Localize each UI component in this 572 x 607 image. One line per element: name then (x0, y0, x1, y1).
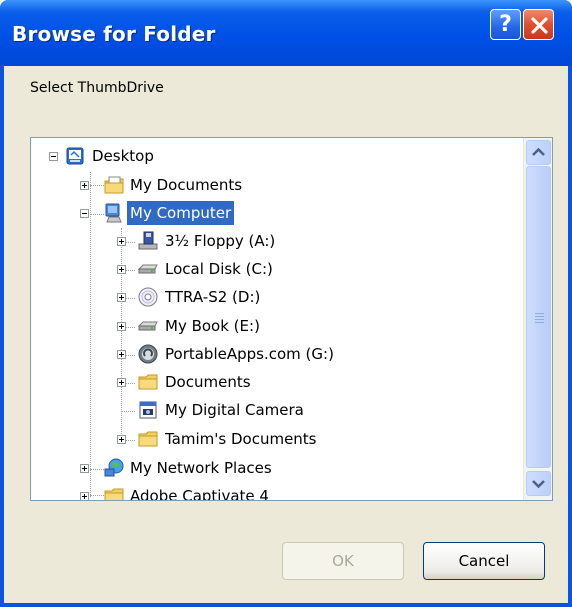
folder-tree[interactable]: Desktop My Documents My Computer 3½ Flop… (30, 137, 553, 501)
expand-toggle[interactable] (117, 237, 126, 246)
tree-item-ttra-s2-d[interactable]: TTRA-S2 (D:) (31, 284, 521, 310)
window-title: Browse for Folder (12, 22, 216, 46)
tree-item-label: PortableApps.com (G:) (165, 345, 334, 363)
expand-toggle[interactable] (80, 464, 89, 473)
cd-drive-icon (138, 287, 158, 307)
tree-item-tamims-documents[interactable]: Tamim's Documents (31, 426, 521, 452)
tree-item-label: Desktop (92, 147, 154, 165)
tree-item-label: My Network Places (130, 459, 272, 477)
chevron-down-icon (532, 480, 545, 489)
tree-item-label: My Documents (130, 176, 243, 194)
portableapps-drive-icon (138, 344, 158, 364)
expand-toggle[interactable] (80, 181, 89, 190)
thumb-grip (535, 322, 544, 323)
tree-item-my-network-places[interactable]: My Network Places (31, 455, 521, 481)
expand-toggle[interactable] (117, 350, 126, 359)
computer-icon (105, 203, 122, 223)
tree-item-desktop[interactable]: Desktop (31, 143, 521, 169)
folder-icon (104, 488, 124, 500)
ok-button[interactable]: OK (282, 542, 404, 580)
folder-icon (138, 374, 158, 390)
camera-icon (139, 401, 157, 419)
help-icon: ? (499, 12, 512, 37)
help-button[interactable]: ? (490, 9, 521, 40)
tree-item-label: TTRA-S2 (D:) (165, 288, 261, 306)
thumb-grip (535, 313, 544, 314)
close-icon (531, 17, 548, 34)
tree-item-documents[interactable]: Documents (31, 369, 521, 395)
title-bar[interactable]: Browse for Folder ? (0, 0, 572, 66)
vertical-scrollbar[interactable] (523, 138, 552, 500)
window-frame-bottom (0, 603, 572, 607)
tree-item-portableapps-g[interactable]: PortableApps.com (G:) (31, 341, 521, 367)
thumb-grip (535, 319, 544, 320)
tree-item-my-book-e[interactable]: My Book (E:) (31, 313, 521, 339)
scroll-down-button[interactable] (526, 471, 551, 496)
expand-toggle[interactable] (117, 293, 126, 302)
tree-item-label: My Computer (127, 201, 235, 225)
thumb-grip (535, 316, 544, 317)
tree-item-local-disk-c[interactable]: Local Disk (C:) (31, 256, 521, 282)
tree-item-label: Adobe Captivate 4 (130, 487, 269, 501)
tree-item-label: Tamim's Documents (165, 430, 317, 448)
tree-item-adobe-captivate-4[interactable]: Adobe Captivate 4 (31, 483, 521, 501)
tree-item-label: Documents (165, 373, 251, 391)
close-button[interactable] (523, 9, 554, 40)
collapse-toggle[interactable] (80, 209, 89, 218)
scroll-thumb[interactable] (526, 166, 551, 468)
tree-item-my-computer[interactable]: My Computer (31, 200, 521, 226)
tree-item-my-digital-camera[interactable]: My Digital Camera (31, 397, 521, 423)
tree-item-label: My Digital Camera (165, 401, 304, 419)
scroll-up-button[interactable] (526, 140, 551, 165)
floppy-drive-icon (138, 231, 158, 250)
expand-toggle[interactable] (117, 322, 126, 331)
cancel-button[interactable]: Cancel (423, 542, 545, 580)
expand-toggle[interactable] (117, 265, 126, 274)
tree-item-my-documents[interactable]: My Documents (31, 172, 521, 198)
tree-item-floppy-a[interactable]: 3½ Floppy (A:) (31, 228, 521, 254)
desktop-icon (66, 147, 84, 165)
tree-item-label: 3½ Floppy (A:) (165, 232, 276, 250)
dialog-prompt: Select ThumbDrive (30, 80, 164, 96)
expand-toggle[interactable] (117, 378, 126, 387)
network-icon (104, 458, 124, 477)
tree-item-label: My Book (E:) (165, 317, 260, 335)
folder-icon (138, 431, 158, 447)
browse-for-folder-window: Browse for Folder ? Select ThumbDrive De… (0, 0, 572, 607)
hard-disk-icon (137, 321, 158, 331)
chevron-up-icon (532, 147, 545, 156)
tree-item-label: Local Disk (C:) (165, 260, 273, 278)
collapse-toggle[interactable] (49, 152, 58, 161)
documents-folder-icon (104, 176, 124, 194)
expand-toggle[interactable] (117, 435, 126, 444)
hard-disk-icon (137, 264, 158, 274)
expand-toggle[interactable] (80, 492, 89, 500)
